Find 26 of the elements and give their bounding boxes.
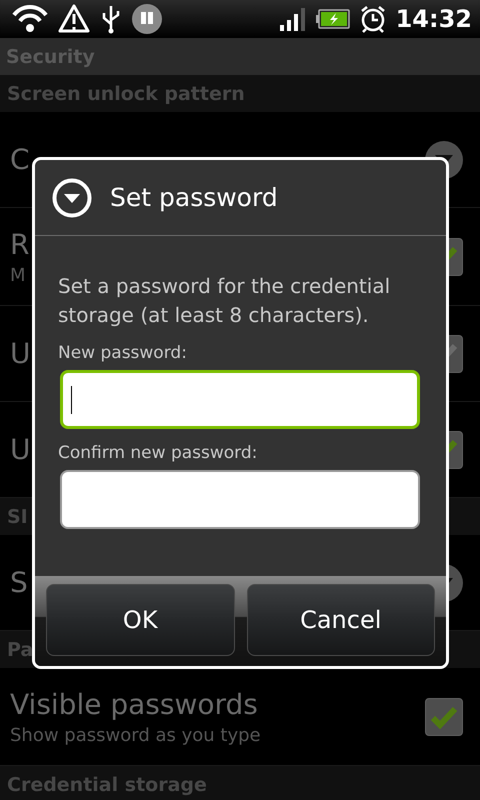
item-summary: M — [10, 264, 26, 286]
password-field[interactable] — [60, 370, 420, 429]
signal-icon — [280, 7, 306, 31]
item-title: U — [10, 433, 30, 466]
item-summary: Show password as you type — [10, 724, 261, 746]
checkbox[interactable] — [425, 698, 463, 736]
wifi-icon — [12, 5, 48, 33]
item-title: R — [10, 228, 30, 260]
dialog-button[interactable]: Cancel — [246, 584, 435, 656]
clock-time: 14:32 — [396, 5, 472, 33]
item-title: U — [10, 337, 30, 370]
battery-charging-icon — [316, 9, 350, 29]
password-field[interactable] — [60, 470, 420, 529]
field-label: Confirm new password: — [58, 443, 258, 463]
item-title: C — [10, 143, 30, 176]
caret-down-icon — [52, 178, 92, 218]
item-title: Visible passwords — [10, 688, 258, 720]
alarm-clock-icon — [360, 5, 386, 33]
dialog-button[interactable]: OK — [46, 584, 234, 656]
usb-icon — [100, 4, 122, 34]
item-title: S — [10, 566, 28, 599]
pause-icon — [132, 4, 162, 34]
dialog-title: Set password — [110, 183, 278, 212]
dialog-message: Set a password for the credential storage (at least 8 characters). — [58, 273, 392, 329]
field-label: New password: — [58, 343, 188, 363]
warning-icon — [58, 4, 90, 34]
